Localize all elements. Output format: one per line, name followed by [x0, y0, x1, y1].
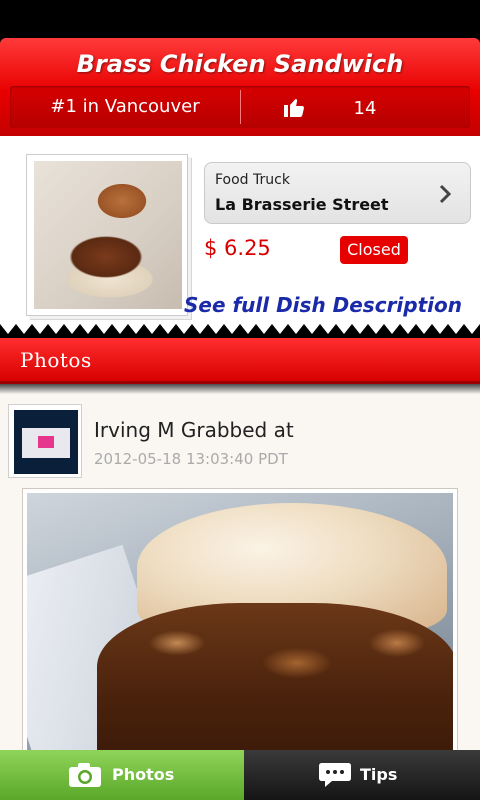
- likes-count: 14: [353, 98, 377, 119]
- vendor-button[interactable]: Food Truck La Brasserie Street: [204, 162, 471, 224]
- post-photo-frame[interactable]: [22, 488, 458, 750]
- avatar-screen: [22, 428, 70, 458]
- dish-info-panel: Food Truck La Brasserie Street $ 6.25 Cl…: [0, 136, 480, 336]
- city-rank[interactable]: #1 in Vancouver: [10, 86, 240, 128]
- dish-photo-frame[interactable]: [26, 154, 188, 316]
- dish-price: $ 6.25: [204, 236, 271, 260]
- thumbs-up-icon[interactable]: [282, 95, 306, 119]
- tab-photos-label: Photos: [112, 765, 175, 784]
- zigzag-divider: [0, 324, 480, 338]
- status-bar: [0, 0, 480, 38]
- post-photo: [27, 493, 453, 750]
- dish-title: Brass Chicken Sandwich: [76, 50, 404, 78]
- status-badge: Closed: [340, 236, 408, 264]
- avatar: [14, 410, 78, 474]
- rank-divider: [240, 90, 241, 124]
- dish-photo: [34, 161, 182, 309]
- vendor-name: La Brasserie Street: [215, 195, 389, 214]
- dish-header: Brass Chicken Sandwich #1 in Vancouver 1…: [0, 38, 480, 136]
- avatar-badge: [38, 436, 54, 448]
- bottom-tab-bar: Photos Tips: [0, 750, 480, 800]
- vendor-type: Food Truck: [215, 172, 290, 188]
- tab-photos[interactable]: Photos: [0, 750, 244, 800]
- full-description-link[interactable]: See full Dish Description: [184, 293, 462, 317]
- user-avatar-frame[interactable]: [8, 404, 82, 478]
- tab-tips[interactable]: Tips: [244, 750, 480, 800]
- post-author: Irving M Grabbed at: [94, 418, 294, 442]
- photos-section-title: Photos: [20, 348, 92, 372]
- tab-tips-label: Tips: [360, 765, 398, 784]
- rank-bar: #1 in Vancouver 14: [10, 86, 470, 128]
- photo-feed[interactable]: Irving M Grabbed at 2012-05-18 13:03:40 …: [0, 394, 480, 750]
- section-shadow: [0, 384, 480, 394]
- speech-bubble-icon: [319, 763, 351, 787]
- photo-onions: [97, 603, 453, 750]
- chevron-right-icon: [439, 184, 452, 204]
- photos-section-header: Photos: [0, 338, 480, 384]
- post-timestamp: 2012-05-18 13:03:40 PDT: [94, 450, 288, 468]
- camera-icon: [69, 763, 101, 787]
